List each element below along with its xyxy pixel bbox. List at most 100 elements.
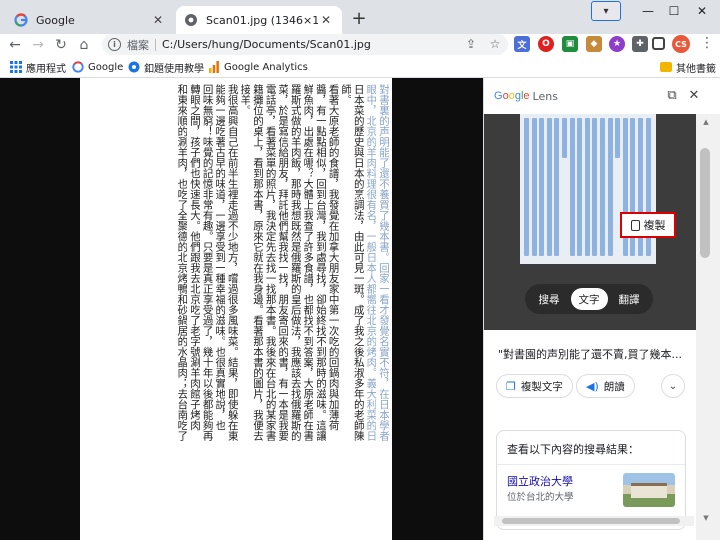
back-arrow-icon[interactable]: ← xyxy=(6,36,24,54)
result-thumbnail[interactable] xyxy=(623,473,675,507)
text-column: 鮮魚肉，出處在哪？大體上我查了許多食譜，也都找不到答案，大原老師在書 xyxy=(302,84,314,441)
mode-translate[interactable]: 翻譯 xyxy=(611,288,648,310)
opera-extension-icon[interactable]: O xyxy=(538,36,554,52)
read-aloud-button[interactable]: ◀) 朗讀 xyxy=(576,374,635,398)
bookmark-label: Google xyxy=(88,61,124,73)
recognized-text-snippet[interactable]: "對書園的声別能了還不賣,買了幾本... xyxy=(498,346,688,362)
text-column: 醬，有一點點相似，回到台灣，我到處尋找，卻始終找不到那時的滋味。這讓 xyxy=(315,84,326,441)
highlighted-text-line xyxy=(546,118,552,256)
close-window-button[interactable]: ✕ xyxy=(684,0,720,22)
close-panel-icon[interactable]: ✕ xyxy=(686,88,702,104)
lens-image-preview: 複製 搜尋 文字 翻譯 xyxy=(484,114,696,330)
globe-icon xyxy=(185,14,197,26)
close-tab-icon[interactable]: ✕ xyxy=(318,12,334,28)
bookmark-tutorial[interactable]: 釦題使用教學 xyxy=(128,59,204,75)
translate-extension-icon[interactable]: 文 xyxy=(514,36,530,52)
new-tab-button[interactable]: + xyxy=(348,9,370,31)
close-tab-icon[interactable]: ✕ xyxy=(150,12,166,28)
bookmark-label: Google Analytics xyxy=(224,61,308,73)
text-column: 菜，於是寫信給朋友，拜託他們幫我找一找，朋友寄回來的書，有一本是我要 xyxy=(277,84,289,441)
text-column: 師。 xyxy=(340,84,352,105)
apps-grid-icon xyxy=(10,61,22,73)
puzzle-icon[interactable]: ✚ xyxy=(632,36,648,52)
bookmark-star-icon[interactable]: ☆ xyxy=(488,37,502,51)
highlighted-text-line xyxy=(615,118,621,158)
horizontal-scrollbar[interactable] xyxy=(494,516,694,526)
copy-text-button[interactable]: ❐ 複製文字 xyxy=(496,374,573,398)
text-column: 電話亭，看著菜單的照片，我決定先去找一找那本書。我後來在台北的某家書 xyxy=(264,84,276,441)
mode-text[interactable]: 文字 xyxy=(570,288,608,310)
tab-google[interactable]: Google ✕ xyxy=(6,6,174,34)
highlighted-text-line xyxy=(592,118,598,256)
copy-button-label: 複製 xyxy=(643,219,666,232)
url-text[interactable]: C:/Users/hung/Documents/Scan01.jpg xyxy=(162,38,371,51)
page-shadow-left xyxy=(0,78,80,540)
google-logo: Google xyxy=(494,90,530,102)
menu-kebab-icon[interactable]: ⋮ xyxy=(700,35,714,53)
bookmark-label: 應用程式 xyxy=(26,63,66,75)
speaker-icon: ◀) xyxy=(586,379,599,393)
text-column: 能夠一邊吃著古早的味道，一邊享受到一種幸福的滋味。也很真實地說，也 xyxy=(214,84,226,431)
profile-avatar[interactable]: CS xyxy=(672,35,690,53)
toolbar: ← → ↻ ⌂ i 檔案 C:/Users/hung/Documents/Sca… xyxy=(0,34,720,56)
highlighted-text-line xyxy=(600,118,605,256)
highlighted-text-line xyxy=(584,118,590,256)
tab-scan01[interactable]: Scan01.jpg (1346×1992) ✕ xyxy=(176,6,342,34)
read-aloud-label: 朗讀 xyxy=(603,380,625,393)
tab-search-button[interactable]: ▾ xyxy=(591,1,621,21)
copy-text-label: 複製文字 xyxy=(520,380,563,393)
result-subtitle: 位於台北的大學 xyxy=(507,492,574,503)
google-lens-panel: Google Lens ⧉ ✕ 複製 搜尋 文字 翻譯 ▲ ▼ "對書園的声別能… xyxy=(483,78,720,540)
folder-icon xyxy=(660,62,672,72)
highlighted-text-line xyxy=(562,118,567,158)
bookmark-apps[interactable]: 應用程式 xyxy=(10,59,66,75)
scrollbar-thumb[interactable] xyxy=(700,148,710,258)
share-icon[interactable]: ⇪ xyxy=(464,37,478,51)
forward-arrow-icon[interactable]: → xyxy=(29,36,47,54)
copy-icon: ❐ xyxy=(506,379,516,393)
image-viewer: 對書裏的声明能了還不養買了幾本書。回家一看才發覺名實不符，在日本學者 眼中，北京的… xyxy=(0,78,483,540)
info-icon[interactable]: i xyxy=(108,38,121,51)
reload-icon[interactable]: ↻ xyxy=(52,36,70,54)
open-new-tab-icon[interactable]: ⧉ xyxy=(664,88,680,104)
selected-text-thumbnail[interactable] xyxy=(520,114,656,264)
google-icon xyxy=(72,61,84,73)
url-scheme: 檔案 xyxy=(127,38,149,52)
text-column: 和東來順的涮羊肉，也吃了全聚德的北京烤鴨和砂鍋居的水晶肉；去台南吃了 xyxy=(176,84,188,441)
tutorial-icon xyxy=(128,61,140,73)
extension-icon[interactable]: ◆ xyxy=(586,36,602,52)
text-column: 眼中，北京的羊肉料理很有名，一般日本人都嚮往北京的烤肉。義大利菜的日 xyxy=(365,84,377,441)
google-logo-letter: G xyxy=(494,90,503,102)
highlighted-text-line xyxy=(554,118,560,256)
lens-mode-switch: 搜尋 文字 翻譯 xyxy=(525,284,653,314)
tab-title: Google xyxy=(36,13,75,27)
text-column: 看著大原老師的食譜，我發覺在加拿大朋友家中第一次吃的回鍋肉與加薄荷 xyxy=(327,84,339,431)
home-icon[interactable]: ⌂ xyxy=(75,36,93,54)
copy-button[interactable]: 複製 xyxy=(620,212,676,238)
copy-icon xyxy=(630,219,640,231)
scanned-page: 對書裏的声明能了還不養買了幾本書。回家一看才發覺名實不符，在日本學者 眼中，北京的… xyxy=(80,78,392,540)
mode-search[interactable]: 搜尋 xyxy=(531,288,568,310)
text-column: 轉眼之間，孩子們也快速長大。他們跟我去北京吃了老字號涮羊肉館子烤肉 xyxy=(189,84,200,431)
lens-title: Lens xyxy=(532,89,558,103)
text-column: 我很高興自己在前半生裡走過不少地方，嚐過很多風味菜。結果，即使躲在東 xyxy=(226,84,238,441)
result-title[interactable]: 國立政治大學 xyxy=(507,473,573,489)
highlighted-text-line xyxy=(607,118,613,256)
scroll-up-arrow[interactable]: ▲ xyxy=(701,118,711,128)
expand-chevron-icon[interactable]: ⌄ xyxy=(661,374,685,398)
bookmark-label: 釦題使用教學 xyxy=(144,63,204,75)
google-icon xyxy=(14,13,28,27)
address-bar[interactable]: i 檔案 C:/Users/hung/Documents/Scan01.jpg … xyxy=(102,34,508,55)
bookmark-other[interactable]: 其他書籤 xyxy=(660,59,716,75)
scroll-down-arrow[interactable]: ▼ xyxy=(701,514,711,524)
bookmark-google[interactable]: Google xyxy=(72,59,123,75)
scrollbar-thumb[interactable] xyxy=(502,518,680,524)
highlighted-text-line xyxy=(539,118,545,256)
screenshot-extension-icon[interactable]: ▣ xyxy=(562,36,578,52)
extension-icon[interactable]: ★ xyxy=(609,36,625,52)
divider xyxy=(497,464,685,465)
tab-strip: Google ✕ Scan01.jpg (1346×1992) ✕ + ▾ — … xyxy=(0,0,720,34)
side-panel-icon[interactable] xyxy=(652,37,665,50)
divider xyxy=(155,38,156,51)
bookmark-analytics[interactable]: Google Analytics xyxy=(208,59,308,75)
